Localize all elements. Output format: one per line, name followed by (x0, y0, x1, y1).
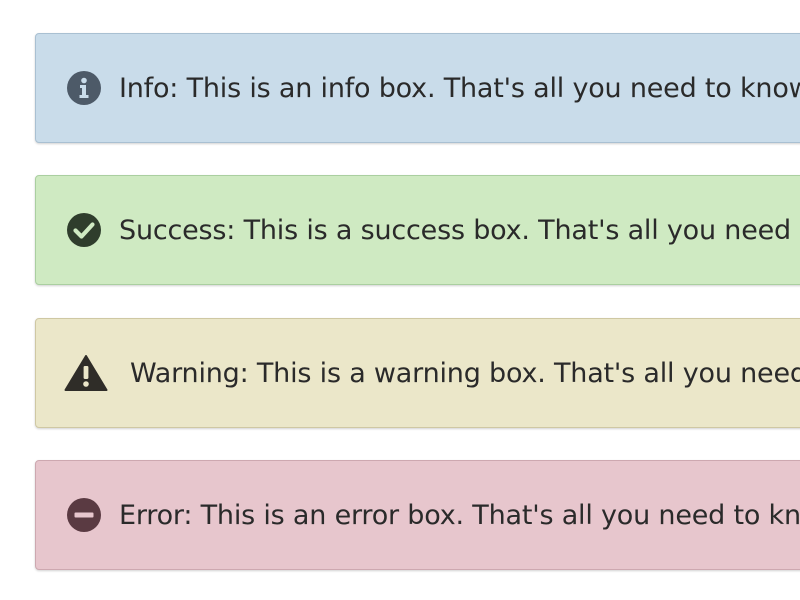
warning-alert-message: Warning: This is a warning box. That's a… (130, 357, 800, 389)
warning-triangle-icon (64, 355, 108, 391)
error-alert-message: Error: This is an error box. That's all … (119, 499, 800, 531)
success-alert: Success: This is a success box. That's a… (35, 175, 800, 285)
warning-alert: Warning: This is a warning box. That's a… (35, 318, 800, 428)
success-alert-message: Success: This is a success box. That's a… (119, 214, 800, 246)
info-circle-icon (66, 70, 102, 106)
minus-circle-icon (66, 497, 102, 533)
info-alert: Info: This is an info box. That's all yo… (35, 33, 800, 143)
info-alert-message: Info: This is an info box. That's all yo… (119, 72, 800, 104)
check-circle-icon (66, 212, 102, 248)
alert-stack: Info: This is an info box. That's all yo… (0, 0, 800, 600)
error-alert: Error: This is an error box. That's all … (35, 460, 800, 570)
